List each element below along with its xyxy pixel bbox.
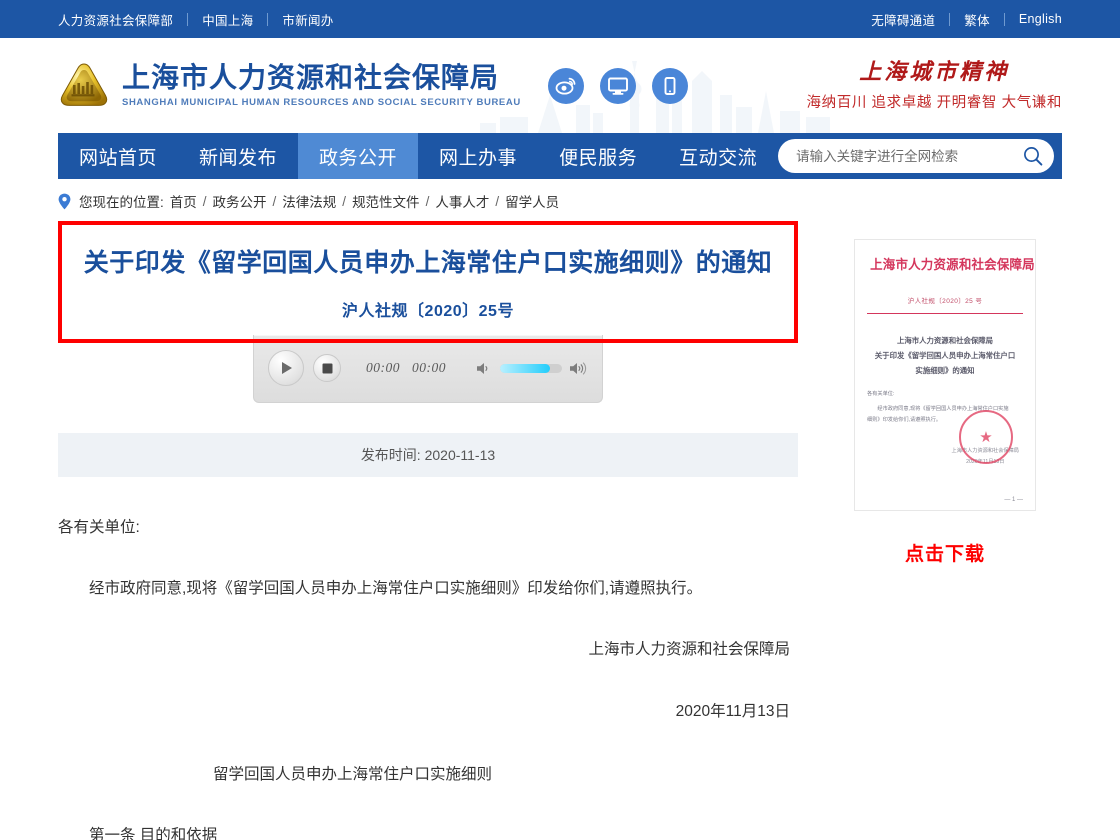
monitor-glyph-icon bbox=[607, 76, 629, 96]
topbar-link-shanghai[interactable]: 中国上海 bbox=[202, 10, 253, 29]
weibo-icon[interactable] bbox=[548, 68, 584, 104]
breadcrumb-item-government-affairs[interactable]: 政务公开 bbox=[213, 191, 267, 211]
publish-date-bar: 发布时间: 2020-11-13 bbox=[58, 433, 798, 477]
volume-slider-fill bbox=[500, 364, 550, 373]
volume-low-icon[interactable] bbox=[476, 361, 493, 376]
document-title-highlight-box: 关于印发《留学回国人员申办上海常住户口实施细则》的通知 沪人社规〔2020〕25… bbox=[58, 221, 798, 343]
site-title-cn: 上海市人力资源和社会保障局 bbox=[122, 63, 521, 93]
topbar-link-english[interactable]: English bbox=[1019, 12, 1062, 26]
article-body: 各有关单位: 经市政府同意,现将《留学回国人员申办上海常住户口实施细则》印发给你… bbox=[58, 477, 798, 840]
social-icon-group bbox=[548, 68, 688, 104]
breadcrumb-item-laws[interactable]: 法律法规 bbox=[282, 191, 336, 211]
divider bbox=[949, 13, 950, 26]
audio-player-wrapper: 00:00 00:00 bbox=[58, 335, 798, 403]
location-pin-icon bbox=[58, 193, 71, 210]
breadcrumb-item-home[interactable]: 首页 bbox=[170, 191, 197, 211]
search-box[interactable] bbox=[778, 139, 1054, 173]
spirit-subtitle: 海纳百川 追求卓越 开明睿智 大气谦和 bbox=[807, 91, 1062, 112]
publish-date-text: 发布时间: 2020-11-13 bbox=[361, 445, 495, 465]
stop-button[interactable] bbox=[313, 354, 341, 382]
topbar-link-accessibility[interactable]: 无障碍通道 bbox=[871, 10, 935, 29]
search-icon bbox=[1022, 145, 1044, 167]
thumb-title: 上海市人力资源和社会保障局 关于印发《留学回国人员申办上海常住户口 实施细则》的… bbox=[867, 334, 1023, 378]
main-column: 关于印发《留学回国人员申办上海常住户口实施细则》的通知 沪人社规〔2020〕25… bbox=[58, 221, 798, 840]
main-navigation: 网站首页 新闻发布 政务公开 网上办事 便民服务 互动交流 bbox=[58, 133, 1062, 179]
seal-star-glyph: ★ bbox=[979, 430, 992, 445]
article-signature-date: 2020年11月13日 bbox=[58, 695, 798, 728]
document-preview-thumbnail[interactable]: 上海市人力资源和社会保障局 沪人社规〔2020〕25 号 上海市人力资源和社会保… bbox=[854, 239, 1036, 511]
nav-wrapper: 网站首页 新闻发布 政务公开 网上办事 便民服务 互动交流 bbox=[0, 133, 1120, 179]
volume-slider[interactable] bbox=[500, 364, 562, 373]
desktop-icon[interactable] bbox=[600, 68, 636, 104]
divider bbox=[187, 13, 188, 26]
phone-glyph-icon bbox=[659, 75, 681, 97]
search-button[interactable] bbox=[1020, 143, 1046, 169]
play-icon bbox=[280, 361, 293, 375]
breadcrumb-item-personnel[interactable]: 人事人才 bbox=[435, 191, 489, 211]
volume-control[interactable] bbox=[476, 361, 588, 376]
breadcrumb: 您现在的位置: 首页 / 政务公开 / 法律法规 / 规范性文件 / 人事人才 … bbox=[0, 179, 1120, 221]
sidebar: 上海市人力资源和社会保障局 沪人社规〔2020〕25 号 上海市人力资源和社会保… bbox=[798, 221, 1062, 840]
topbar-link-traditional[interactable]: 繁体 bbox=[964, 10, 990, 29]
search-input[interactable] bbox=[796, 149, 1020, 164]
spirit-title: 上海城市精神 bbox=[807, 59, 1062, 83]
nav-item-home[interactable]: 网站首页 bbox=[58, 133, 178, 179]
article-salutation: 各有关单位: bbox=[58, 511, 798, 544]
breadcrumb-separator: / bbox=[273, 194, 277, 209]
logo-text-block: 上海市人力资源和社会保障局 SHANGHAI MUNICIPAL HUMAN R… bbox=[122, 63, 521, 108]
download-link[interactable]: 点击下载 bbox=[828, 539, 1062, 566]
breadcrumb-separator: / bbox=[426, 194, 430, 209]
thumb-doc-number: 沪人社规〔2020〕25 号 bbox=[867, 295, 1023, 305]
stop-icon bbox=[322, 363, 333, 374]
breadcrumb-label: 您现在的位置: bbox=[79, 191, 164, 211]
nav-item-online-services[interactable]: 网上办事 bbox=[418, 133, 538, 179]
thumb-title-line-2: 关于印发《留学回国人员申办上海常住户口 bbox=[867, 349, 1023, 364]
page-content: 关于印发《留学回国人员申办上海常住户口实施细则》的通知 沪人社规〔2020〕25… bbox=[0, 221, 1120, 840]
weibo-glyph-icon bbox=[555, 75, 577, 97]
play-button[interactable] bbox=[268, 350, 304, 386]
nav-item-interaction[interactable]: 互动交流 bbox=[658, 133, 778, 179]
hrss-emblem-icon bbox=[58, 61, 110, 111]
thumb-org-header: 上海市人力资源和社会保障局 bbox=[870, 254, 1020, 273]
mobile-icon[interactable] bbox=[652, 68, 688, 104]
thumb-salutation: 各有关单位: bbox=[867, 390, 1023, 397]
document-number: 沪人社规〔2020〕25号 bbox=[82, 297, 774, 321]
audio-time-display: 00:00 00:00 bbox=[366, 360, 446, 376]
official-seal-icon: ★ bbox=[959, 410, 1013, 464]
breadcrumb-separator: / bbox=[203, 194, 207, 209]
nav-item-public-services[interactable]: 便民服务 bbox=[538, 133, 658, 179]
topbar-link-press-office[interactable]: 市新闻办 bbox=[282, 10, 333, 29]
topbar-link-mohrss[interactable]: 人力资源社会保障部 bbox=[58, 10, 173, 29]
article-subtitle: 留学回国人员申办上海常住户口实施细则 bbox=[58, 758, 798, 791]
audio-total-time: 00:00 bbox=[412, 360, 446, 376]
thumb-title-line-3: 实施细则》的通知 bbox=[867, 364, 1023, 379]
article-signature-org: 上海市人力资源和社会保障局 bbox=[58, 633, 798, 666]
thumb-body-line-2: 细则》印发给你们,请遵照执行。 bbox=[867, 417, 941, 423]
article-section-1: 第一条 目的和依据 bbox=[58, 819, 798, 840]
divider bbox=[267, 13, 268, 26]
topbar-right-links: 无障碍通道 繁体 English bbox=[871, 10, 1062, 29]
nav-item-government-affairs[interactable]: 政务公开 bbox=[298, 133, 418, 179]
breadcrumb-item-overseas-students[interactable]: 留学人员 bbox=[505, 191, 559, 211]
volume-high-icon[interactable] bbox=[569, 361, 588, 376]
topbar-left-links: 人力资源社会保障部 中国上海 市新闻办 bbox=[58, 10, 334, 29]
audio-current-time: 00:00 bbox=[366, 360, 400, 376]
breadcrumb-separator: / bbox=[495, 194, 499, 209]
site-masthead: 上海市人力资源和社会保障局 SHANGHAI MUNICIPAL HUMAN R… bbox=[0, 38, 1120, 133]
city-spirit-slogan: 上海城市精神 海纳百川 追求卓越 开明睿智 大气谦和 bbox=[807, 59, 1062, 111]
divider bbox=[1004, 13, 1005, 26]
thumb-red-rule bbox=[867, 313, 1023, 314]
thumb-page-number: — 1 — bbox=[1004, 497, 1023, 503]
site-logo[interactable]: 上海市人力资源和社会保障局 SHANGHAI MUNICIPAL HUMAN R… bbox=[58, 61, 521, 111]
breadcrumb-item-normative-docs[interactable]: 规范性文件 bbox=[352, 191, 420, 211]
top-utility-bar: 人力资源社会保障部 中国上海 市新闻办 无障碍通道 繁体 English bbox=[0, 0, 1120, 38]
breadcrumb-separator: / bbox=[342, 194, 346, 209]
nav-item-news[interactable]: 新闻发布 bbox=[178, 133, 298, 179]
site-title-en: SHANGHAI MUNICIPAL HUMAN RESOURCES AND S… bbox=[122, 97, 521, 108]
thumb-title-line-1: 上海市人力资源和社会保障局 bbox=[867, 334, 1023, 349]
audio-player[interactable]: 00:00 00:00 bbox=[253, 335, 603, 403]
article-paragraph-1: 经市政府同意,现将《留学回国人员申办上海常住户口实施细则》印发给你们,请遵照执行… bbox=[58, 572, 798, 605]
page-title: 关于印发《留学回国人员申办上海常住户口实施细则》的通知 bbox=[82, 247, 774, 281]
